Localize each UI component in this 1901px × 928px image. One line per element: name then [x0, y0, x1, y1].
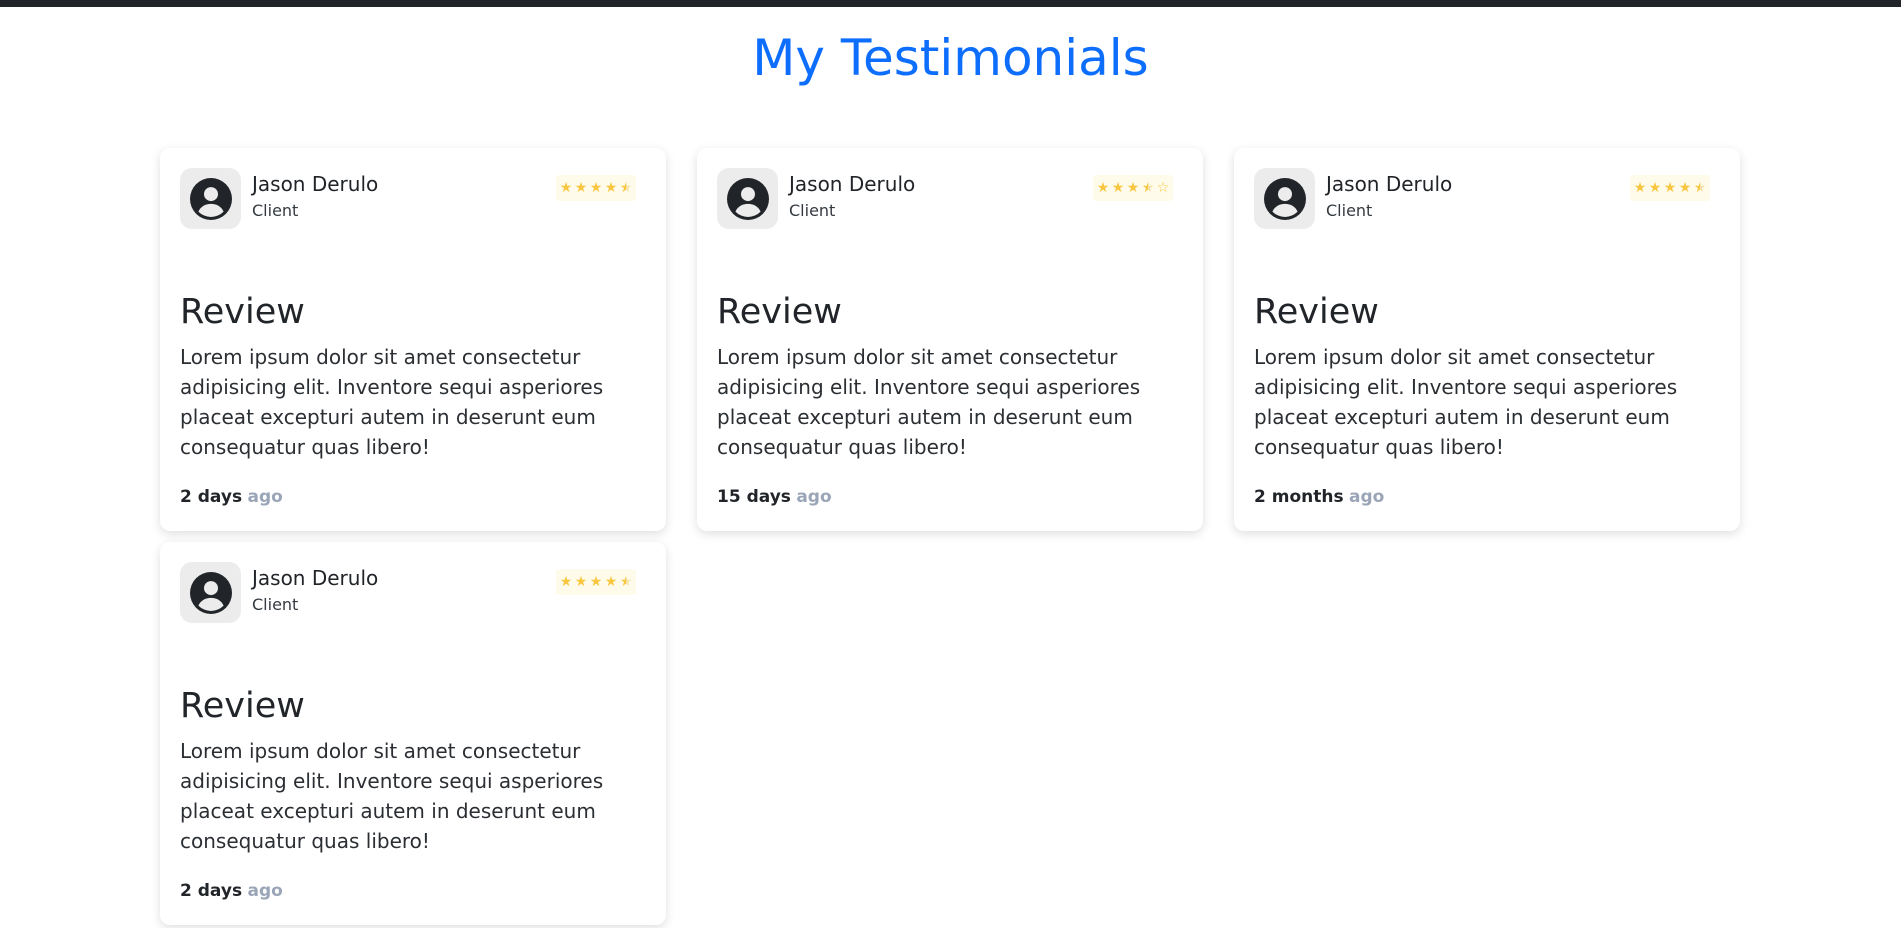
- review-title: Review: [180, 686, 305, 726]
- star-half-icon: ★: [619, 180, 633, 196]
- reviewer-name: Jason Derulo: [1326, 172, 1453, 196]
- testimonial-card: Jason Derulo Client ★ ★ ★ ★ ☆ Review Lorem i…: [697, 148, 1203, 531]
- review-title: Review: [1254, 292, 1379, 332]
- time-value: 2 months: [1254, 487, 1344, 507]
- reviewer-name: Jason Derulo: [252, 172, 379, 196]
- avatar: [1254, 168, 1315, 229]
- star-full-icon: ★: [559, 180, 573, 196]
- star-full-icon: ★: [559, 574, 573, 590]
- time-suffix: ago: [247, 881, 283, 901]
- reviewer-role: Client: [789, 201, 836, 220]
- testimonial-card: Jason Derulo Client ★ ★ ★ ★ ★ Review Lorem i…: [160, 148, 666, 531]
- time-suffix: ago: [1349, 487, 1385, 507]
- review-text: Lorem ipsum dolor sit amet consectetur a…: [717, 345, 1141, 459]
- user-circle-icon: [726, 177, 769, 220]
- reviewer-role: Client: [252, 595, 299, 614]
- avatar: [180, 562, 241, 623]
- reviewer-name: Jason Derulo: [789, 172, 916, 196]
- star-full-icon: ★: [1096, 180, 1110, 196]
- testimonials-grid: Jason Derulo Client ★ ★ ★ ★ ★ Review Lorem i…: [160, 148, 1740, 925]
- reviewer-role: Client: [252, 201, 299, 220]
- review-text: Lorem ipsum dolor sit amet consectetur a…: [1254, 345, 1678, 459]
- review-time: 2 days ago: [180, 880, 283, 902]
- star-half-icon: ★: [1141, 180, 1155, 196]
- star-full-icon: ★: [1126, 180, 1140, 196]
- review-title: Review: [180, 292, 305, 332]
- user-circle-icon: [189, 571, 232, 614]
- star-full-icon: ★: [1633, 180, 1647, 196]
- reviewer-role: Client: [1326, 201, 1373, 220]
- avatar: [180, 168, 241, 229]
- avatar: [717, 168, 778, 229]
- star-full-icon: ★: [1111, 180, 1125, 196]
- user-circle-icon: [189, 177, 232, 220]
- page-title: My Testimonials: [752, 29, 1149, 87]
- star-rating: ★ ★ ★ ★ ★: [1630, 175, 1710, 201]
- star-full-icon: ★: [574, 180, 588, 196]
- time-value: 2 days: [180, 487, 243, 507]
- time-value: 2 days: [180, 881, 243, 901]
- star-full-icon: ★: [1678, 180, 1692, 196]
- star-full-icon: ★: [1648, 180, 1662, 196]
- review-time: 15 days ago: [717, 486, 832, 508]
- review-time: 2 months ago: [1254, 486, 1384, 508]
- star-rating: ★ ★ ★ ★ ★: [556, 175, 636, 201]
- top-bar: [0, 0, 1901, 7]
- time-suffix: ago: [796, 487, 832, 507]
- time-value: 15 days: [717, 487, 791, 507]
- review-text: Lorem ipsum dolor sit amet consectetur a…: [180, 739, 604, 853]
- user-circle-icon: [1263, 177, 1306, 220]
- star-rating: ★ ★ ★ ★ ☆: [1093, 175, 1173, 201]
- star-half-icon: ★: [619, 574, 633, 590]
- star-full-icon: ★: [589, 180, 603, 196]
- star-full-icon: ★: [1663, 180, 1677, 196]
- star-empty-icon: ☆: [1156, 180, 1170, 196]
- star-full-icon: ★: [604, 180, 618, 196]
- review-title: Review: [717, 292, 842, 332]
- star-half-icon: ★: [1693, 180, 1707, 196]
- testimonial-card: Jason Derulo Client ★ ★ ★ ★ ★ Review Lorem i…: [160, 542, 666, 925]
- star-full-icon: ★: [604, 574, 618, 590]
- star-full-icon: ★: [589, 574, 603, 590]
- star-rating: ★ ★ ★ ★ ★: [556, 569, 636, 595]
- star-full-icon: ★: [574, 574, 588, 590]
- time-suffix: ago: [247, 487, 283, 507]
- review-text: Lorem ipsum dolor sit amet consectetur a…: [180, 345, 604, 459]
- testimonial-card: Jason Derulo Client ★ ★ ★ ★ ★ Review Lorem i…: [1234, 148, 1740, 531]
- reviewer-name: Jason Derulo: [252, 566, 379, 590]
- review-time: 2 days ago: [180, 486, 283, 508]
